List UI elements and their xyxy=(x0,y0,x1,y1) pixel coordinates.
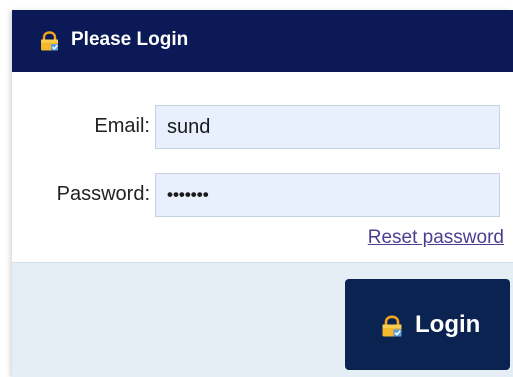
password-label: Password: xyxy=(56,183,150,205)
login-panel: Please Login Email: sund Password: •••••… xyxy=(12,10,513,377)
password-field[interactable]: ••••••• xyxy=(155,173,500,217)
login-footer: Login xyxy=(12,262,513,377)
email-label: Email: xyxy=(94,115,150,137)
login-button[interactable]: Login xyxy=(345,279,510,370)
lock-icon xyxy=(39,31,60,51)
login-header: Please Login xyxy=(12,10,513,72)
lock-icon xyxy=(380,315,404,337)
reset-password-link[interactable]: Reset password xyxy=(368,226,504,250)
login-button-label: Login xyxy=(415,311,481,338)
login-title: Please Login xyxy=(71,29,189,50)
email-field[interactable]: sund xyxy=(155,105,500,149)
